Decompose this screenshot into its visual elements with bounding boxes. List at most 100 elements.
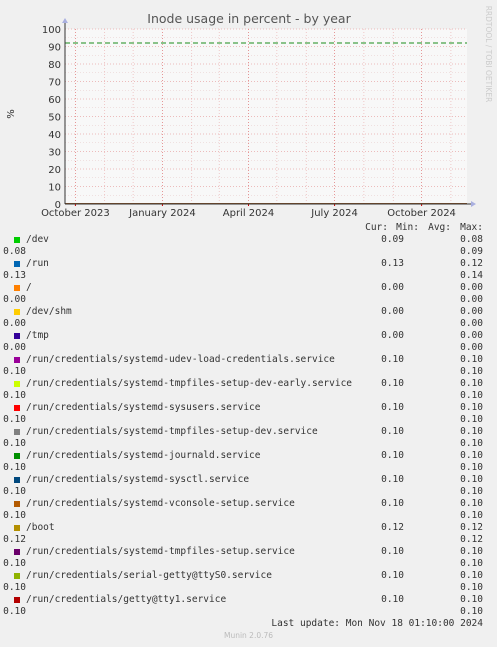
legend-avg-value: 0.10 — [3, 366, 26, 377]
chart: Inode usage in percent - by year % RRDTO… — [6, 6, 493, 219]
legend-swatch — [14, 309, 20, 315]
legend-swatch — [14, 237, 20, 243]
legend-avg-value: 0.10 — [3, 582, 26, 593]
legend-cur-value: 0.09 — [381, 234, 404, 245]
last-update: Last update: Mon Nov 18 01:10:00 2024 — [271, 618, 483, 629]
munin-version: Munin 2.0.76 — [223, 631, 274, 640]
legend-max-value: 0.10 — [460, 462, 483, 473]
legend-cur-value: 0.00 — [381, 330, 404, 341]
y-tick-label: 60 — [48, 95, 61, 106]
legend-min-value: 0.12 — [460, 522, 483, 533]
legend-series-name: /boot — [26, 522, 55, 533]
rrdtool-credit: RRDTOOL / TOBI OETIKER — [484, 6, 493, 103]
y-tick-label: 10 — [48, 183, 61, 194]
legend-series-name: /run/credentials/systemd-tmpfiles-setup-… — [26, 426, 318, 437]
legend-min-value: 0.10 — [460, 546, 483, 557]
legend-swatch — [14, 381, 20, 387]
legend-swatch — [14, 549, 20, 555]
legend-series-name: /run/credentials/systemd-tmpfiles-setup-… — [26, 378, 353, 389]
legend-cur-value: 0.10 — [381, 498, 404, 509]
legend-min-value: 0.00 — [460, 282, 483, 293]
legend-header: Cur: Min: Avg: Max: — [0, 222, 484, 234]
x-tick-label: January 2024 — [128, 208, 196, 219]
legend-swatch — [14, 573, 20, 579]
legend-row: /dev 0.09 0.08 0.08 0.09 — [0, 234, 497, 258]
legend-series-name: /dev — [26, 234, 49, 245]
legend-min-value: 0.10 — [460, 378, 483, 389]
legend-min-value: 0.00 — [460, 306, 483, 317]
legend-min-value: 0.10 — [460, 450, 483, 461]
legend-cur-value: 0.10 — [381, 546, 404, 557]
legend-cur-value: 0.10 — [381, 354, 404, 365]
x-tick-label: October 2023 — [41, 208, 110, 219]
legend-cur-value: 0.12 — [381, 522, 404, 533]
legend-row: /0.00 0.00 0.00 0.00 — [0, 282, 497, 306]
legend-swatch — [14, 525, 20, 531]
legend-max-value: 0.00 — [460, 318, 483, 329]
legend-max-value: 0.10 — [460, 606, 483, 617]
legend-row: /run/credentials/systemd-tmpfiles-setup-… — [0, 426, 497, 450]
legend-min-value: 0.10 — [460, 354, 483, 365]
legend-avg-value: 0.10 — [3, 390, 26, 401]
legend-series-name: /run/credentials/systemd-journald.servic… — [26, 450, 261, 461]
legend-row: /run/credentials/systemd-tmpfiles-setup.… — [0, 546, 497, 570]
x-tick-label: October 2024 — [387, 208, 456, 219]
legend-cur-value: 0.10 — [381, 402, 404, 413]
legend-avg-value: 0.12 — [3, 534, 26, 545]
legend-max-value: 0.10 — [460, 486, 483, 497]
legend-max-value: 0.10 — [460, 582, 483, 593]
legend-avg-value: 0.10 — [3, 438, 26, 449]
legend-series-name: /run — [26, 258, 49, 269]
legend-cur-value: 0.10 — [381, 570, 404, 581]
x-axis-arrow — [471, 201, 476, 207]
legend-min-value: 0.10 — [460, 570, 483, 581]
legend-series-name: /run/credentials/serial-getty@ttyS0.serv… — [26, 570, 272, 581]
legend-swatch — [14, 453, 20, 459]
legend-row: /run/credentials/getty@tty1.service 0.10 0… — [0, 594, 497, 618]
legend-swatch — [14, 429, 20, 435]
legend-min-value: 0.10 — [460, 474, 483, 485]
chart-title: Inode usage in percent - by year — [147, 11, 351, 26]
legend-series-name: /run/credentials/systemd-vconsole-setup.… — [26, 498, 295, 509]
legend-row: /run/credentials/systemd-tmpfiles-setup-… — [0, 378, 497, 402]
legend-series-name: /run/credentials/systemd-sysusers.servic… — [26, 402, 261, 413]
legend-row: /run/credentials/systemd-sysusers.servic… — [0, 402, 497, 426]
legend-max-value: 0.10 — [460, 366, 483, 377]
legend-avg-value: 0.10 — [3, 558, 26, 569]
y-tick-label: 30 — [48, 148, 61, 159]
legend-swatch — [14, 597, 20, 603]
legend-series-name: /run/credentials/systemd-sysctl.service — [26, 474, 250, 485]
legend-header-max: Max: — [460, 222, 483, 233]
legend-cur-value: 0.10 — [381, 426, 404, 437]
legend-min-value: 0.00 — [460, 330, 483, 341]
y-tick-label: 90 — [48, 43, 61, 54]
legend-avg-value: 0.10 — [3, 414, 26, 425]
legend-min-value: 0.10 — [460, 498, 483, 509]
legend-max-value: 0.10 — [460, 390, 483, 401]
legend-cur-value: 0.10 — [381, 474, 404, 485]
legend: /dev 0.09 0.08 0.08 0.09/run 0.13 0.12 0.13 0.14… — [0, 234, 497, 618]
legend-swatch — [14, 477, 20, 483]
legend-avg-value: 0.00 — [3, 318, 26, 329]
x-tick-label: July 2024 — [310, 208, 358, 219]
legend-series-name: / — [26, 282, 32, 293]
legend-min-value: 0.10 — [460, 594, 483, 605]
legend-row: /run/credentials/systemd-journald.servic… — [0, 450, 497, 474]
legend-swatch — [14, 333, 20, 339]
legend-series-name: /run/credentials/systemd-udev-load-crede… — [26, 354, 335, 365]
legend-row: /tmp 0.00 0.00 0.00 0.00 — [0, 330, 497, 354]
legend-max-value: 0.10 — [460, 438, 483, 449]
legend-cur-value: 0.10 — [381, 378, 404, 389]
y-tick-label: 80 — [48, 60, 61, 71]
legend-cur-value: 0.13 — [381, 258, 404, 269]
legend-avg-value: 0.10 — [3, 606, 26, 617]
legend-min-value: 0.10 — [460, 402, 483, 413]
legend-avg-value: 0.08 — [3, 246, 26, 257]
y-tick-label: 50 — [48, 113, 61, 124]
y-tick-label: 40 — [48, 130, 61, 141]
legend-min-value: 0.12 — [460, 258, 483, 269]
legend-avg-value: 0.10 — [3, 486, 26, 497]
y-tick-label: 100 — [42, 25, 61, 36]
y-tick-label: 70 — [48, 78, 61, 89]
legend-series-name: /run/credentials/getty@tty1.service — [26, 594, 227, 605]
